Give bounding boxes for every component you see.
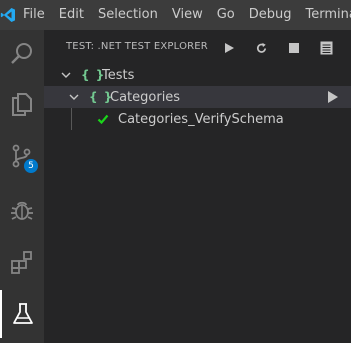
- source-control-badge: 5: [24, 159, 38, 173]
- chevron-down-icon[interactable]: [68, 91, 80, 103]
- menu-bar: File Edit Selection View Go Debug Termin…: [0, 0, 351, 30]
- passed-check-icon: [97, 114, 109, 125]
- tree-item-tests[interactable]: { } Tests: [44, 64, 351, 86]
- stop-icon[interactable]: [284, 38, 304, 58]
- test-explorer-panel: TEST: .NET TEST EXPLORER {} Tests {} C…: [44, 30, 351, 343]
- menu-terminal[interactable]: Terminal: [299, 0, 351, 30]
- activity-bar: 5: [0, 30, 44, 343]
- run-all-icon[interactable]: [219, 38, 239, 58]
- tree-item-label: Categories: [110, 89, 181, 105]
- menu-file[interactable]: File: [16, 0, 52, 30]
- menu-debug[interactable]: Debug: [242, 0, 299, 30]
- tree-item-label: Tests: [102, 67, 135, 83]
- tree-item-test[interactable]: Categories_VerifySchema: [44, 108, 351, 130]
- vscode-logo-icon: [0, 0, 16, 30]
- panel-title: TEST: .NET TEST EXPLORER: [66, 41, 208, 52]
- refresh-icon[interactable]: [251, 38, 271, 58]
- menu-edit[interactable]: Edit: [52, 0, 91, 30]
- extensions-icon[interactable]: [0, 238, 44, 286]
- menu-go[interactable]: Go: [210, 0, 242, 30]
- tree-item-categories[interactable]: { } Categories: [44, 86, 351, 108]
- log-icon[interactable]: [316, 38, 336, 58]
- run-test-icon[interactable]: [327, 90, 339, 104]
- test-flask-icon[interactable]: [0, 290, 44, 338]
- menu-selection[interactable]: Selection: [91, 0, 165, 30]
- debug-icon[interactable]: [0, 186, 44, 234]
- menu-view[interactable]: View: [165, 0, 210, 30]
- tree-item-label: Categories_VerifySchema: [118, 111, 284, 127]
- panel-header: TEST: .NET TEST EXPLORER: [44, 30, 351, 65]
- source-control-icon[interactable]: 5: [0, 132, 44, 180]
- search-icon[interactable]: [0, 30, 44, 78]
- files-icon[interactable]: [0, 80, 44, 128]
- chevron-down-icon[interactable]: [60, 69, 72, 81]
